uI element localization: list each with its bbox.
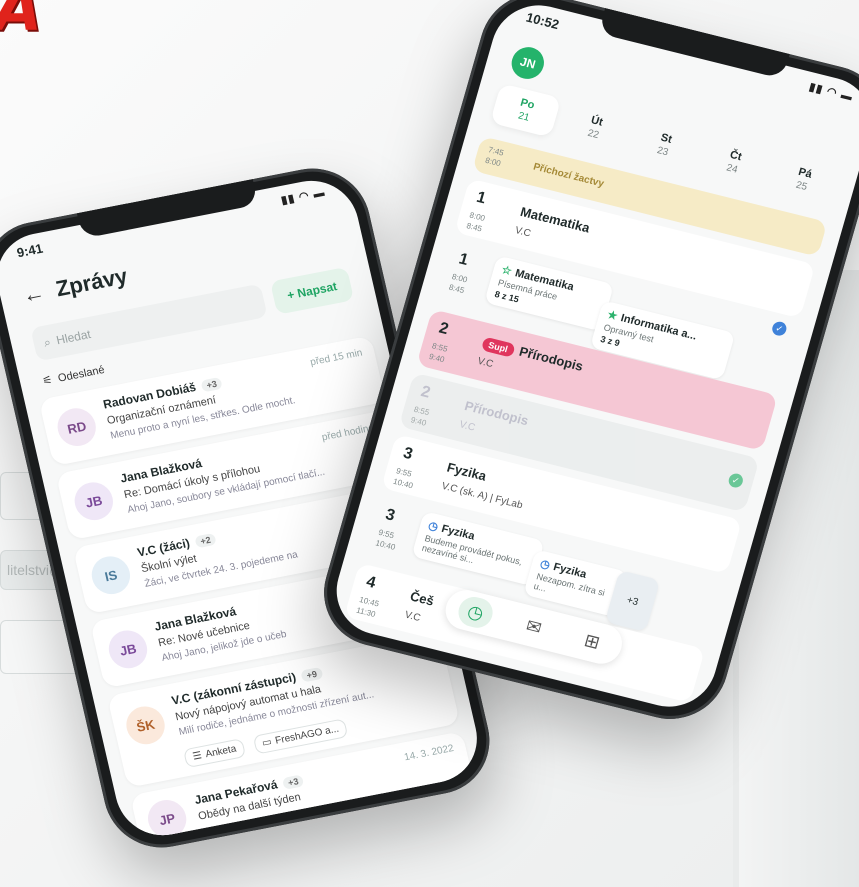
lesson-subject: Češ bbox=[408, 588, 436, 609]
write-message-button[interactable]: + Napsat bbox=[269, 266, 355, 315]
recipient-count-badge: +2 bbox=[194, 532, 217, 549]
grid-icon[interactable]: ⊞ bbox=[571, 623, 612, 660]
lesson-subject-text: Přírodopis bbox=[517, 343, 585, 374]
clock-icon[interactable]: ◷ bbox=[454, 593, 497, 631]
filter-icon: ⚟ bbox=[41, 374, 54, 388]
poll-icon: ☰ bbox=[191, 750, 204, 763]
lesson-time-end: 8:45 bbox=[447, 282, 466, 296]
message-time: před 15 min bbox=[309, 347, 364, 369]
lesson-time: 9:55 10:40 bbox=[374, 527, 400, 553]
file-chip-label: FreshAGO a... bbox=[274, 723, 341, 747]
status-bar: 10:52 ▮▮ ◠ ▬ bbox=[524, 10, 854, 106]
lesson-time-end: 9:40 bbox=[427, 351, 446, 365]
avatar: ŠK bbox=[122, 703, 169, 748]
lesson-time: 9:55 10:40 bbox=[392, 465, 418, 491]
search-placeholder: Hledat bbox=[54, 327, 93, 348]
lesson-number: 2 bbox=[437, 319, 451, 339]
poll-chip-label: Anketa bbox=[204, 743, 238, 761]
messages-header: ← Zprávy bbox=[20, 263, 130, 309]
lesson-time-end: 11:30 bbox=[355, 605, 377, 619]
lesson-number: 3 bbox=[401, 444, 415, 464]
lesson-teacher: V.C bbox=[403, 609, 422, 624]
user-avatar[interactable]: JN bbox=[507, 43, 548, 83]
lesson-number: 1 bbox=[474, 188, 488, 208]
red-letter: A bbox=[0, 0, 42, 45]
lesson-teacher: V.C (sk. A) | FyLab bbox=[440, 480, 524, 512]
recipient-count-badge: +3 bbox=[200, 376, 224, 393]
day-tab[interactable]: Út 22 bbox=[559, 100, 630, 154]
lesson-subject: Supl Přírodopis bbox=[480, 335, 585, 374]
lesson-time-end: 9:40 bbox=[409, 415, 428, 428]
avatar: JB bbox=[105, 627, 151, 672]
star-filled-icon: ★ bbox=[605, 308, 619, 323]
lesson-time-end: 10:40 bbox=[374, 538, 397, 552]
lesson-teacher: V.C bbox=[513, 225, 533, 240]
lesson-time-end: 8:45 bbox=[465, 221, 484, 234]
lesson-subject: Fyzika bbox=[445, 459, 489, 484]
status-icons: ▮▮ ◠ ▬ bbox=[807, 81, 855, 104]
lesson-number: 1 bbox=[456, 250, 471, 269]
check-icon: ✓ bbox=[770, 320, 789, 338]
lesson-time: 8:55 9:40 bbox=[428, 340, 449, 365]
clock-icon: ◷ bbox=[426, 519, 440, 534]
avatar: JB bbox=[70, 479, 117, 524]
day-tab[interactable]: Pá 25 bbox=[768, 152, 839, 206]
star-icon: ☆ bbox=[500, 263, 514, 278]
day-tab[interactable]: St 23 bbox=[629, 118, 700, 172]
file-icon: ▭ bbox=[261, 736, 273, 750]
avatar: JP bbox=[144, 796, 191, 842]
day-tab[interactable]: Čt 24 bbox=[698, 135, 769, 189]
avatar: RD bbox=[53, 405, 100, 450]
file-chip[interactable]: ▭ FreshAGO a... bbox=[252, 718, 349, 755]
event-time: 7:45 8:00 bbox=[484, 144, 505, 169]
event-time-end: 8:00 bbox=[484, 155, 502, 169]
lesson-teacher: V.C bbox=[458, 419, 477, 434]
filter-label: Odeslané bbox=[56, 363, 106, 385]
search-icon: ⌕ bbox=[42, 334, 52, 350]
lesson-number: 2 bbox=[418, 383, 433, 402]
lesson-time: 8:00 8:45 bbox=[448, 271, 469, 296]
recipient-count-badge: +9 bbox=[300, 666, 324, 683]
lesson-number: 3 bbox=[383, 506, 397, 525]
day-tab[interactable]: Po 21 bbox=[489, 83, 562, 138]
event-label: Příchozí žactvy bbox=[531, 161, 606, 190]
avatar: IS bbox=[87, 553, 134, 598]
substitution-badge: Supl bbox=[480, 336, 516, 358]
check-icon: ✓ bbox=[727, 472, 745, 489]
status-time: 9:41 bbox=[15, 240, 45, 261]
filter-sent[interactable]: ⚟ Odeslané bbox=[41, 363, 106, 388]
page-title: Zprávy bbox=[53, 263, 130, 302]
poll-chip[interactable]: ☰ Anketa bbox=[182, 738, 247, 769]
lesson-time: 10:45 11:30 bbox=[355, 594, 381, 620]
lesson-teacher: V.C bbox=[476, 355, 495, 371]
message-time: 14. 3. 2022 bbox=[403, 743, 455, 764]
back-arrow-icon[interactable]: ← bbox=[20, 279, 47, 309]
clock-icon: ◷ bbox=[538, 557, 552, 572]
lesson-number: 4 bbox=[364, 573, 378, 592]
recipient-count-badge: +3 bbox=[282, 774, 305, 790]
lesson-time: 8:00 8:45 bbox=[465, 210, 486, 235]
lesson-time-end: 10:40 bbox=[392, 476, 415, 491]
mail-icon[interactable]: ✉ bbox=[513, 608, 554, 645]
status-time: 10:52 bbox=[524, 9, 561, 33]
lesson-time: 8:55 9:40 bbox=[409, 404, 431, 429]
status-icons: ▮▮ ◠ ▬ bbox=[279, 186, 327, 207]
